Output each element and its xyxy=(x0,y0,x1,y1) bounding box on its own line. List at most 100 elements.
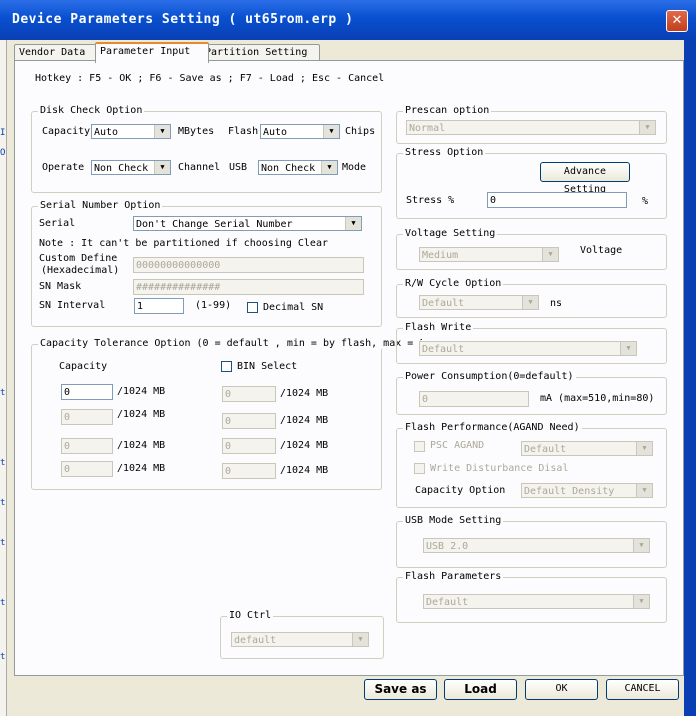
power-input[interactable]: 0 xyxy=(419,391,529,407)
psc-agand-select[interactable]: Default ▼ xyxy=(521,441,653,456)
bin-capacity-input[interactable]: 0 xyxy=(222,386,276,402)
flash-write-select[interactable]: Default ▼ xyxy=(419,341,637,356)
title-bar[interactable]: Device Parameters Setting ( ut65rom.erp … xyxy=(0,0,696,40)
operate-select[interactable]: Non Check ▼ xyxy=(91,160,171,175)
sn-mask-label: SN Mask xyxy=(39,281,82,292)
group-title: Disk Check Option xyxy=(38,105,145,116)
voltage-group: Voltage Setting Medium ▼ Voltage xyxy=(396,228,667,270)
unit-label: /1024 MB xyxy=(117,440,166,451)
mbytes-label: MBytes xyxy=(178,126,215,137)
capacity-input[interactable]: 0 xyxy=(61,384,113,400)
group-title: Prescan option xyxy=(403,105,492,116)
chevron-down-icon: ▼ xyxy=(620,342,636,355)
decimal-sn-checkbox[interactable] xyxy=(247,302,258,313)
bin-select-label: BIN Select xyxy=(237,361,298,372)
side-letter: t xyxy=(0,458,6,468)
advance-setting-button[interactable]: Advance Setting xyxy=(540,162,630,195)
flash-parameters-select[interactable]: Default ▼ xyxy=(423,594,650,609)
capacity-option-select[interactable]: Default Density ▼ xyxy=(521,483,653,498)
write-disturbance-checkbox[interactable] xyxy=(414,463,425,474)
psc-agand-select-value: Default xyxy=(524,444,567,455)
hexadecimal-label: (Hexadecimal) xyxy=(41,265,120,276)
serial-note: Note : It can't be partitioned if choosi… xyxy=(39,238,328,249)
flash-select[interactable]: Auto ▼ xyxy=(260,124,340,139)
usb-select-value: Non Check xyxy=(261,163,316,174)
voltage-select[interactable]: Medium ▼ xyxy=(419,247,559,262)
group-title: IO Ctrl xyxy=(227,610,274,621)
psc-agand-label: PSC AGAND xyxy=(430,440,485,451)
custom-define-input[interactable]: 00000000000000 xyxy=(133,257,364,273)
rw-cycle-select[interactable]: Default ▼ xyxy=(419,295,539,310)
bin-select-checkbox[interactable] xyxy=(221,361,232,372)
cancel-button[interactable]: CANCEL xyxy=(606,679,679,700)
tab-partition-setting[interactable]: Partition Setting xyxy=(200,44,320,61)
flash-parameters-group: Flash Parameters Default ▼ xyxy=(396,571,667,623)
io-ctrl-select[interactable]: default ▼ xyxy=(231,632,369,647)
sn-interval-input[interactable]: 1 xyxy=(134,298,184,314)
flash-parameters-select-value: Default xyxy=(426,597,469,608)
chips-label: Chips xyxy=(345,126,376,137)
background-window-strip: I O t t t t t t xyxy=(0,40,7,716)
capacity-select[interactable]: Auto ▼ xyxy=(91,124,171,139)
side-letter: t xyxy=(0,538,6,548)
capacity-select-value: Auto xyxy=(94,127,119,138)
sn-interval-range: (1-99) xyxy=(195,300,232,311)
bin-capacity-input[interactable]: 0 xyxy=(222,413,276,429)
chevron-down-icon: ▼ xyxy=(154,125,170,138)
chevron-down-icon: ▼ xyxy=(345,217,361,230)
flash-write-select-value: Default xyxy=(422,344,465,355)
chevron-down-icon: ▼ xyxy=(633,595,649,608)
capacity-label: Capacity xyxy=(42,126,91,137)
group-title: Flash Parameters xyxy=(403,571,504,582)
bin-capacity-input[interactable]: 0 xyxy=(222,463,276,479)
side-letter: O xyxy=(0,148,6,158)
side-letter: t xyxy=(0,498,6,508)
unit-label: /1024 MB xyxy=(280,465,329,476)
serial-select[interactable]: Don't Change Serial Number ▼ xyxy=(133,216,362,231)
custom-define-label: Custom Define xyxy=(39,253,118,264)
stress-input[interactable]: 0 xyxy=(487,192,627,208)
power-hint: mA (max=510,min=80) xyxy=(540,393,655,404)
bin-capacity-input[interactable]: 0 xyxy=(222,438,276,454)
group-title: Voltage Setting xyxy=(403,228,498,239)
chevron-down-icon: ▼ xyxy=(542,248,558,261)
flash-label: Flash xyxy=(228,126,259,137)
psc-agand-checkbox[interactable] xyxy=(414,441,425,452)
unit-label: /1024 MB xyxy=(117,409,166,420)
usb-mode-select[interactable]: USB 2.0 ▼ xyxy=(423,538,650,553)
sn-mask-input[interactable]: ############## xyxy=(133,279,364,295)
usb-label: USB xyxy=(229,162,248,173)
operate-label: Operate xyxy=(42,162,85,173)
group-title: Flash Performance(AGAND Need) xyxy=(403,422,582,433)
flash-performance-group: Flash Performance(AGAND Need) PSC AGAND … xyxy=(396,422,667,508)
ok-button[interactable]: OK xyxy=(525,679,598,700)
capacity-input[interactable]: 0 xyxy=(61,409,113,425)
voltage-select-value: Medium xyxy=(422,250,459,261)
prescan-group: Prescan option Normal ▼ xyxy=(396,105,667,144)
tab-vendor-data[interactable]: Vendor Data xyxy=(14,44,100,61)
capacity-option-label: Capacity Option xyxy=(415,485,506,496)
stress-group: Stress Option Advance Setting Stress % 0… xyxy=(396,147,667,219)
save-as-button[interactable]: Save as xyxy=(364,679,437,700)
hotkey-hint: Hotkey : F5 - OK ; F6 - Save as ; F7 - L… xyxy=(35,73,385,84)
group-title: R/W Cycle Option xyxy=(403,278,504,289)
capacity-input[interactable]: 0 xyxy=(61,461,113,477)
capacity-input[interactable]: 0 xyxy=(61,438,113,454)
chevron-down-icon: ▼ xyxy=(636,442,652,455)
close-button[interactable]: ✕ xyxy=(666,10,688,32)
group-title: Power Consumption(0=default) xyxy=(403,371,576,382)
flash-select-value: Auto xyxy=(263,127,288,138)
group-title: Serial Number Option xyxy=(38,200,163,211)
flash-write-group: Flash Write Default ▼ xyxy=(396,322,667,364)
rw-cycle-group: R/W Cycle Option Default ▼ ns xyxy=(396,278,667,318)
unit-label: /1024 MB xyxy=(280,388,329,399)
load-button[interactable]: Load xyxy=(444,679,517,700)
usb-mode-select-value: USB 2.0 xyxy=(426,541,469,552)
prescan-select[interactable]: Normal ▼ xyxy=(406,120,656,135)
sn-interval-label: SN Interval xyxy=(39,300,106,311)
usb-select[interactable]: Non Check ▼ xyxy=(258,160,338,175)
voltage-label: Voltage xyxy=(580,245,623,256)
unit-label: /1024 MB xyxy=(117,386,166,397)
tab-parameter-input[interactable]: Parameter Input xyxy=(95,42,209,63)
tab-panel-parameter-input: Hotkey : F5 - OK ; F6 - Save as ; F7 - L… xyxy=(14,60,684,676)
